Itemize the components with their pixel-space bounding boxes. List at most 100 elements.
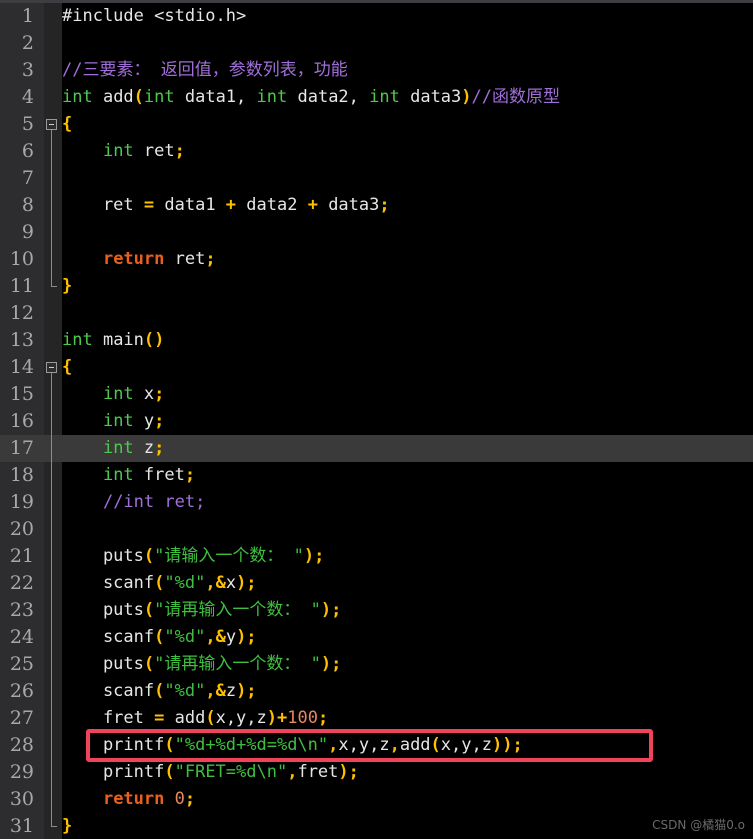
code-line[interactable]: 6 int ret; [0,138,753,165]
code-text[interactable]: int main() [62,327,164,354]
code-text[interactable]: puts("请再输入一个数： "); [62,597,341,624]
code-line[interactable]: 1 #include <stdio.h> [0,3,753,30]
token-punc: ; [154,438,165,458]
code-line[interactable]: 23 puts("请再输入一个数： "); [0,597,753,624]
code-lines-container[interactable]: 1 #include <stdio.h> 2 3//三要素： 返回值，参数列表，功能 4… [0,3,753,839]
token-kw: int [102,465,134,485]
code-text[interactable]: int add(int data1, int data2, int data3)… [62,84,560,111]
token-punc: + [225,195,237,215]
code-text[interactable]: return ret; [62,246,216,273]
token-plain: fret [62,708,155,728]
code-text[interactable]: int y; [62,408,164,435]
token-kw: int [102,384,134,404]
token-str: "请输入一个数： " [154,546,304,566]
code-line[interactable]: 13 int main() [0,327,753,354]
token-plain: ret [133,141,175,161]
token-punc: ; [317,708,329,728]
code-line[interactable]: 19 //int ret; [0,489,753,516]
line-number: 5 [21,113,34,135]
code-text[interactable]: int x; [62,381,164,408]
code-text[interactable]: ret = data1 + data2 + data3; [62,192,390,219]
code-line[interactable]: 14 { [0,354,753,381]
code-line[interactable]: 29 printf("FRET=%d\n",fret); [0,759,753,786]
code-line[interactable]: 20 [0,516,753,543]
code-line[interactable]: 7 [0,165,753,192]
code-text[interactable]: printf("%d+%d+%d=%d\n",x,y,z,add(x,y,z))… [62,732,523,759]
token-plain: data2 [236,195,308,215]
token-plain: x [133,384,155,404]
line-number: 28 [9,734,34,756]
token-plain: data1 [154,195,226,215]
code-line[interactable]: 8 ret = data1 + data2 + data3; [0,192,753,219]
code-line[interactable]: 22 scanf("%d",&x); [0,570,753,597]
code-text[interactable]: } [62,813,72,839]
token-plain: ret [164,249,206,269]
fold-toggle-icon[interactable] [46,119,57,130]
code-text[interactable]: puts("请输入一个数： "); [62,543,324,570]
code-line[interactable]: 4 int add(int data1, int data2, int data3… [0,84,753,111]
token-punc: ( [154,573,165,593]
code-line[interactable]: 30 return 0; [0,786,753,813]
code-line[interactable]: 12 [0,300,753,327]
code-line[interactable]: 16 int y; [0,408,753,435]
code-line[interactable]: 25 puts("请再输入一个数： "); [0,651,753,678]
code-text[interactable]: fret = add(x,y,z)+100; [62,705,328,732]
code-text[interactable]: int fret; [62,462,195,489]
token-punc: ; [154,411,165,431]
code-line[interactable]: 18 int fret; [0,462,753,489]
code-line[interactable]: 3 //三要素： 返回值，参数列表，功能 [0,57,753,84]
code-line[interactable]: 10 return ret; [0,246,753,273]
token-plain: scanf [62,681,155,701]
token-kw: int [256,87,288,107]
code-text[interactable]: scanf("%d",&x); [62,570,257,597]
fold-toggle-icon[interactable] [46,362,57,373]
code-text[interactable]: int ret; [62,138,185,165]
code-text[interactable]: { [62,111,72,138]
code-line[interactable]: 26 scanf("%d",&z); [0,678,753,705]
code-line[interactable]: 5{ [0,111,753,138]
code-line[interactable]: 15 int x; [0,381,753,408]
code-editor[interactable]: 1 #include <stdio.h> 2 3//三要素： 返回值，参数列表，功能 4… [0,0,753,839]
code-line[interactable]: 17 int z; [0,435,753,462]
token-cmt: //三要素： 返回值，参数列表，功能 [62,60,348,80]
token-ret: return [102,789,165,809]
line-number: 13 [9,329,34,351]
line-number: 29 [9,761,34,783]
code-text[interactable]: return 0; [62,786,195,813]
code-text[interactable]: { [62,354,72,381]
code-line[interactable]: 28 printf("%d+%d+%d=%d\n",x,y,z,add(x,y,… [0,732,753,759]
token-punc: ); [236,627,257,647]
token-punc: ); [338,762,359,782]
code-line[interactable]: 24 scanf("%d",&y); [0,624,753,651]
code-line[interactable]: 31} [0,813,753,839]
line-number: 23 [9,599,34,621]
code-line[interactable]: 9 [0,219,753,246]
code-text[interactable]: int z; [62,435,164,462]
token-punc: ( [164,735,175,755]
token-str: "请再输入一个数： " [154,600,321,620]
fold-guide-line [51,130,52,287]
code-line[interactable]: 11} [0,273,753,300]
token-brace: { [62,357,73,377]
code-text[interactable]: scanf("%d",&z); [62,678,257,705]
code-text[interactable]: puts("请再输入一个数： "); [62,651,341,678]
token-punc: ); [236,573,257,593]
token-punc: ); [320,600,342,620]
code-line[interactable]: 21 puts("请输入一个数： "); [0,543,753,570]
token-punc: ); [236,681,257,701]
line-number: 16 [9,410,34,432]
code-line[interactable]: 2 [0,30,753,57]
code-text[interactable]: scanf("%d",&y); [62,624,257,651]
code-text[interactable]: //int ret; [62,489,205,516]
code-text[interactable]: #include <stdio.h> [62,3,246,30]
token-punc: ); [320,654,342,674]
code-line[interactable]: 27 fret = add(x,y,z)+100; [0,705,753,732]
code-text[interactable]: //三要素： 返回值，参数列表，功能 [62,57,348,84]
code-text[interactable]: } [62,273,72,300]
token-cmt: //int ret; [102,492,206,512]
code-text[interactable]: printf("FRET=%d\n",fret); [62,759,359,786]
